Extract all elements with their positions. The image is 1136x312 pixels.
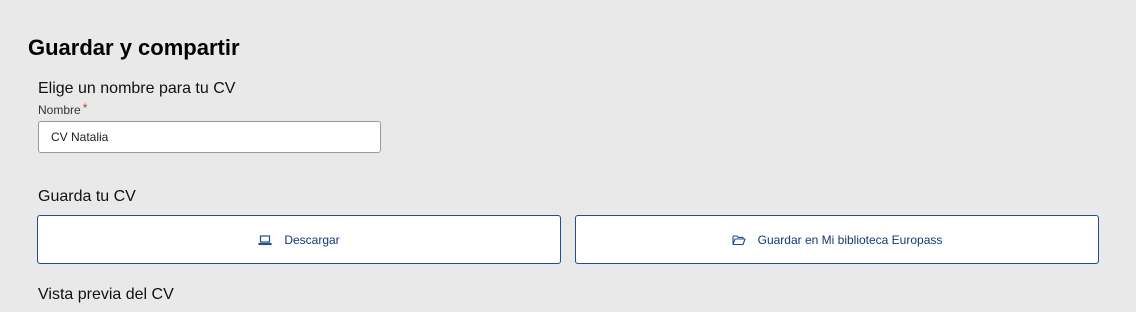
page-title: Guardar y compartir — [28, 35, 240, 60]
cv-name-input[interactable] — [38, 121, 381, 153]
download-button-label: Descargar — [284, 232, 340, 247]
required-marker: * — [82, 101, 88, 115]
save-to-library-button[interactable]: Guardar en Mi biblioteca Europass — [575, 215, 1099, 264]
download-button[interactable]: Descargar — [37, 215, 561, 264]
name-field-label-text: Nombre — [38, 103, 81, 117]
name-field-label: Nombre * — [38, 101, 88, 118]
name-section-title: Elige un nombre para tu CV — [38, 80, 236, 97]
folder-open-icon — [732, 234, 746, 246]
save-section-title: Guarda tu CV — [38, 188, 136, 205]
laptop-icon — [258, 234, 272, 246]
preview-section-title: Vista previa del CV — [38, 286, 174, 303]
save-to-library-label: Guardar en Mi biblioteca Europass — [757, 232, 943, 247]
